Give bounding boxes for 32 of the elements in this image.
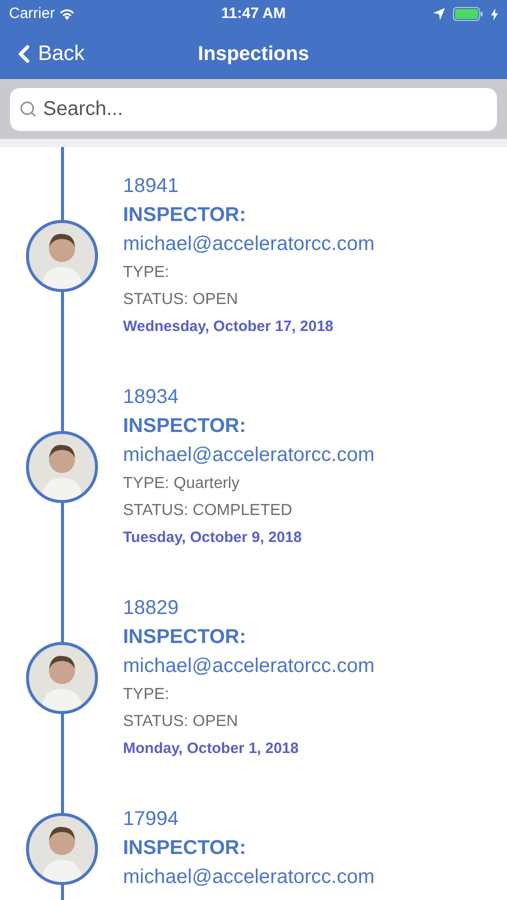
inspection-status: STATUS: COMPLETED [123,501,294,521]
inspector-email: michael@acceleratorcc.com [123,654,374,679]
inspection-type: TYPE: Quarterly [123,474,240,494]
inspection-number[interactable]: 18941 [123,172,374,201]
wifi-icon [58,8,75,20]
search-field[interactable]: Search... [10,88,497,130]
inspection-number[interactable]: 18829 [123,594,374,623]
inspection-type: TYPE: [123,263,170,283]
inspector-email: michael@acceleratorcc.com [123,865,374,890]
inspector-email: michael@acceleratorcc.com [123,232,374,257]
search-input[interactable]: Search... [43,94,488,124]
inspection-type: TYPE: [123,685,170,705]
inspector-label: INSPECTOR: [123,203,247,228]
charging-bolt-icon [491,8,498,20]
back-button[interactable]: Back [0,38,85,70]
inspection-number[interactable]: 17994 [123,805,374,834]
battery-icon [453,7,484,21]
inspector-email: michael@acceleratorcc.com [123,443,374,468]
page-title: Inspections [198,42,310,66]
inspection-date: Tuesday, October 9, 2018 [123,528,303,548]
carrier-label: Carrier [9,4,55,24]
search-icon [19,100,37,118]
inspection-date: Monday, October 1, 2018 [123,739,300,759]
inspection-status: STATUS: OPEN [123,290,239,310]
inspection-date: Wednesday, October 17, 2018 [123,317,334,337]
inspection-number[interactable]: 18934 [123,383,374,412]
clock-time: 11:47 AM [221,4,286,24]
inspection-status: STATUS: OPEN [123,712,239,732]
inspector-label: INSPECTOR: [123,625,247,650]
inspector-label: INSPECTOR: [123,836,247,861]
inspector-label: INSPECTOR: [123,414,247,439]
location-arrow-icon [433,8,446,20]
